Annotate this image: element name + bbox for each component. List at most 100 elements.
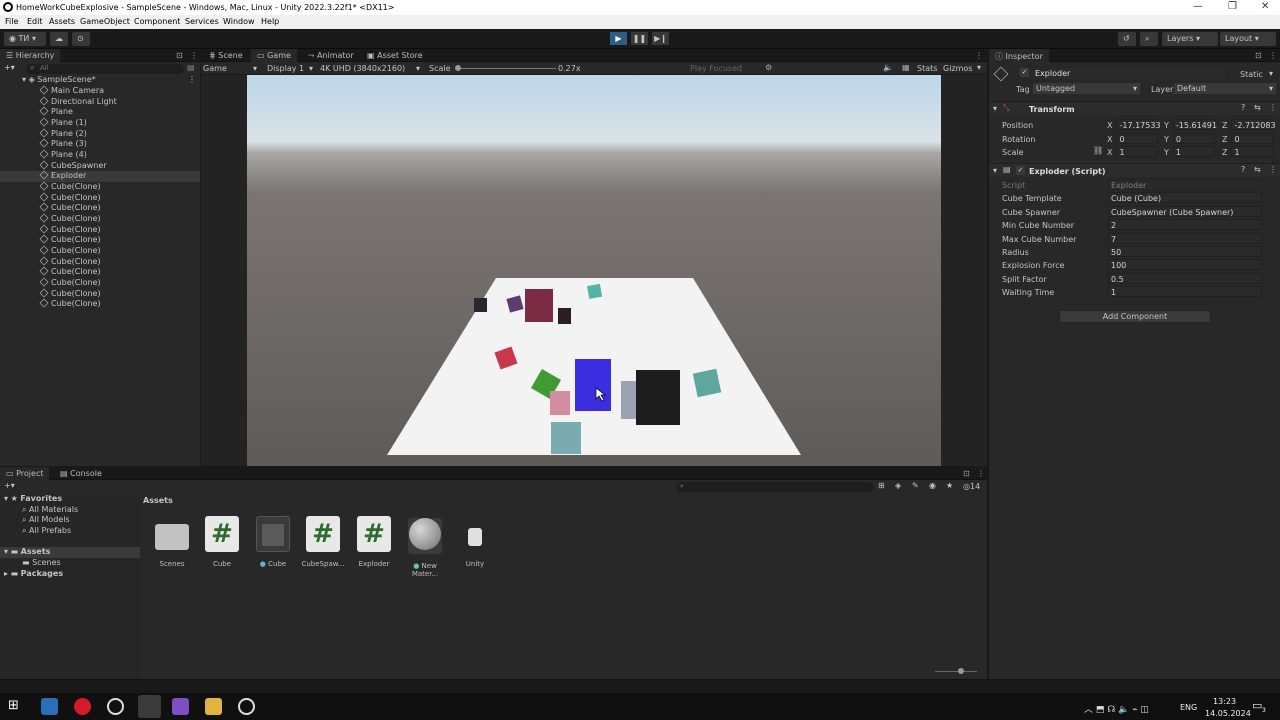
pause-button[interactable]: ❚❚ — [631, 32, 648, 45]
filter-icon[interactable]: ▤ — [187, 63, 195, 72]
settings-icon[interactable]: ⚙ — [765, 63, 772, 72]
menu-window[interactable]: Window — [223, 17, 255, 26]
list-item[interactable]: Plane (1) — [0, 117, 200, 129]
add-component-button[interactable]: Add Component — [1059, 310, 1211, 323]
display-dropdown[interactable]: Display 1 ▾ — [267, 64, 317, 73]
waiting-time-field[interactable]: 1 — [1108, 286, 1262, 297]
favorite-icon[interactable]: ★ — [946, 481, 953, 490]
resolution-dropdown[interactable]: 4K UHD (3840x2160) ▾ — [320, 64, 424, 73]
search-input[interactable]: All — [26, 64, 184, 74]
max-cube-number-field[interactable]: 7 — [1108, 233, 1262, 244]
menu-component[interactable]: Component — [134, 17, 180, 26]
list-item-selected[interactable]: Exploder — [0, 170, 200, 182]
foldout-arrow-icon[interactable]: ▾ — [993, 104, 997, 113]
search-by-type-icon[interactable]: ⊞ — [878, 481, 885, 490]
fav-item[interactable]: ⌕ All Prefabs — [0, 526, 140, 537]
transform-header[interactable]: ▾ ⤡ Transform ? ⇆ ⋮ — [989, 101, 1280, 115]
lock-icon[interactable]: ⊡ — [176, 51, 183, 60]
menu-help[interactable]: Help — [261, 17, 279, 26]
project-search-input[interactable]: ⌕ — [676, 482, 874, 492]
position-z-field[interactable]: Z -2.712083 — [1222, 119, 1276, 130]
asset-item[interactable]: Scenes — [150, 516, 194, 568]
restore-button[interactable]: ❐ — [1228, 1, 1237, 12]
scene-menu-icon[interactable]: ⋮ — [188, 75, 196, 84]
asset-item[interactable]: Unity — [453, 516, 497, 568]
account-button[interactable]: ◉ ТИ ▾ — [4, 32, 46, 46]
assets-folder-row[interactable]: ▾ ▬ Assets — [0, 547, 140, 558]
panel-menu-icon[interactable]: ⋮ — [975, 51, 983, 60]
tab-hierarchy[interactable]: ☰ Hierarchy — [0, 49, 61, 62]
preset-icon[interactable]: ⇆ — [1254, 103, 1261, 112]
asset-item[interactable]: ● New Mater... — [403, 516, 447, 578]
language-indicator[interactable]: ENG — [1180, 703, 1197, 712]
gizmos-button[interactable]: Gizmos — [943, 64, 972, 73]
packages-folder-row[interactable]: ▸ ▬ Packages — [0, 569, 140, 580]
scale-y-field[interactable]: Y1 — [1164, 146, 1215, 157]
list-item[interactable]: Cube(Clone) — [0, 245, 200, 257]
asset-item[interactable]: ● Cube — [251, 516, 295, 568]
stats-button-icon[interactable]: ▦ — [902, 63, 910, 72]
foldout-arrow-icon[interactable]: ▾ — [993, 166, 997, 175]
zoom-slider-handle[interactable] — [958, 668, 964, 674]
add-asset-button[interactable]: +▾ — [4, 481, 15, 490]
help-icon[interactable]: ? — [1241, 103, 1245, 112]
stats-button[interactable]: Stats — [917, 64, 937, 73]
tab-project[interactable]: ▭ Project — [0, 467, 50, 480]
list-item[interactable]: Cube(Clone) — [0, 277, 200, 289]
close-button[interactable]: ✕ — [1261, 1, 1269, 12]
unity-editor-icon[interactable] — [138, 695, 161, 718]
minimize-button[interactable]: — — [1193, 1, 1203, 12]
rotation-y-field[interactable]: Y0 — [1164, 133, 1215, 144]
recorder-icon[interactable] — [238, 698, 255, 715]
lock-icon[interactable]: ⊡ — [1255, 51, 1262, 60]
hidden-packages-icon[interactable]: ◉ — [929, 481, 936, 490]
search-by-label-icon[interactable]: ◈ — [895, 481, 901, 490]
notification-icon[interactable]: ▭ — [1252, 699, 1262, 712]
label-icon[interactable]: ✎ — [912, 481, 919, 490]
tab-asset-store[interactable]: ▣ Asset Store — [361, 49, 429, 62]
position-x-field[interactable]: X -17.17533 — [1107, 119, 1161, 130]
split-factor-field[interactable]: 0.5 — [1108, 273, 1262, 284]
menu-gameobject[interactable]: GameObject — [80, 17, 130, 26]
component-menu-icon[interactable]: ⋮ — [1269, 165, 1277, 174]
scene-row[interactable]: ▾ ◈ SampleScene* ⋮ — [0, 75, 200, 86]
rotation-z-field[interactable]: Z0 — [1222, 133, 1274, 144]
preset-icon[interactable]: ⇆ — [1254, 165, 1261, 174]
link-icon[interactable]: ⛓ — [1093, 146, 1103, 155]
breadcrumb[interactable]: Assets — [143, 496, 173, 505]
script-header[interactable]: ▾ ▤ ✓ Exploder (Script) ? ⇆ ⋮ — [989, 163, 1280, 177]
layout-dropdown[interactable]: Layout ▾ — [1220, 32, 1276, 46]
layer-dropdown[interactable]: Default ▾ — [1174, 83, 1276, 94]
scale-x-field[interactable]: X1 — [1107, 146, 1159, 157]
panel-menu-icon[interactable]: ⋮ — [190, 51, 198, 60]
play-button[interactable]: ▶ — [610, 32, 627, 45]
tray-icons[interactable]: ︿ ⬒ ☊ 🔈 ⌁ ◫ — [1084, 702, 1149, 715]
list-item[interactable]: Plane — [0, 106, 200, 118]
list-item[interactable]: Cube(Clone) — [0, 298, 200, 310]
list-item[interactable]: Main Camera — [0, 85, 200, 97]
list-item[interactable]: Plane (4) — [0, 149, 200, 161]
zoom-slider[interactable] — [935, 671, 977, 672]
list-item[interactable]: Cube(Clone) — [0, 266, 200, 278]
list-item[interactable]: Cube(Clone) — [0, 181, 200, 193]
explosion-force-field[interactable]: 100 — [1108, 259, 1262, 270]
asset-item[interactable]: # Exploder — [352, 516, 396, 568]
cloud-icon[interactable]: ☁ — [50, 32, 68, 46]
list-item[interactable]: Cube(Clone) — [0, 234, 200, 246]
opera-icon[interactable] — [74, 698, 91, 715]
search-icon[interactable]: ⌕ — [1140, 32, 1158, 46]
step-button[interactable]: ▶❙ — [652, 32, 669, 45]
component-menu-icon[interactable]: ⋮ — [1269, 103, 1277, 112]
tab-animator[interactable]: ⤳ Animator — [302, 49, 360, 62]
cube-template-field[interactable]: Cube (Cube) — [1108, 192, 1262, 203]
asset-item[interactable]: # CubeSpaw... — [301, 516, 345, 568]
menu-file[interactable]: File — [5, 17, 18, 26]
scale-z-field[interactable]: Z1 — [1222, 146, 1274, 157]
radius-field[interactable]: 50 — [1108, 246, 1262, 257]
list-item[interactable]: Cube(Clone) — [0, 213, 200, 225]
position-y-field[interactable]: Y -15.61491 — [1164, 119, 1217, 130]
rotation-x-field[interactable]: X0 — [1107, 133, 1159, 144]
menu-edit[interactable]: Edit — [27, 17, 43, 26]
min-cube-number-field[interactable]: 2 — [1108, 219, 1262, 230]
scenes-folder-row[interactable]: ▬ Scenes — [0, 558, 140, 569]
